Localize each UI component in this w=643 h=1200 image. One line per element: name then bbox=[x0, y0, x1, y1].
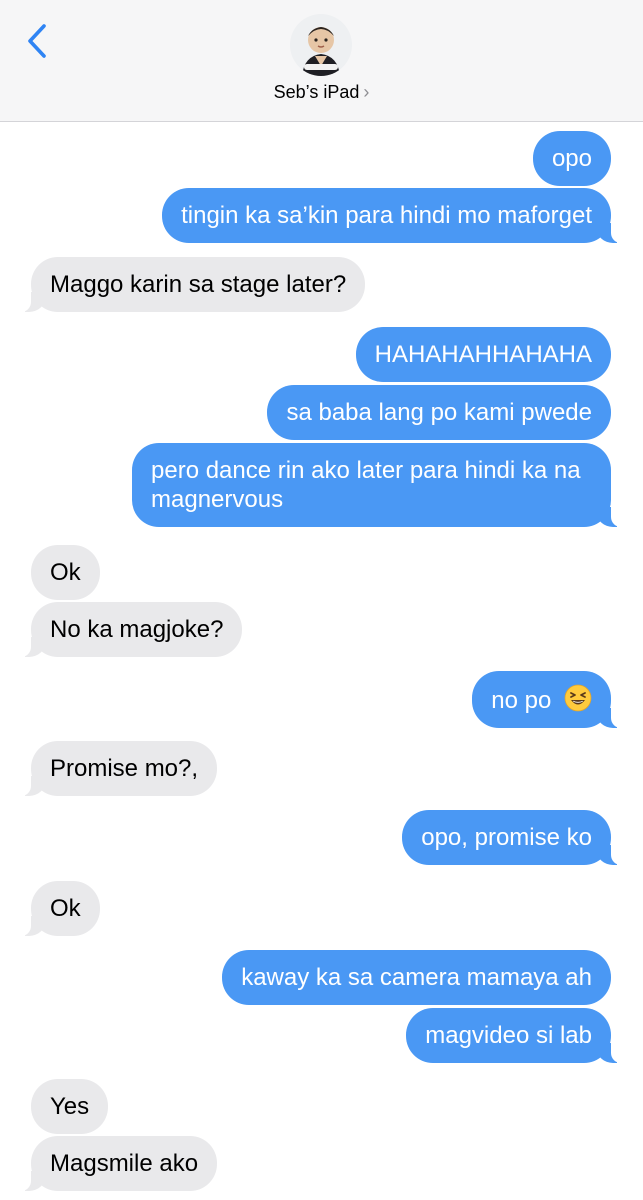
message-text: Yes bbox=[50, 1093, 90, 1120]
message-text: Promise mo?, bbox=[50, 755, 199, 782]
message-text: Maggo karin sa stage later? bbox=[50, 271, 347, 298]
chevron-right-icon: › bbox=[363, 82, 370, 102]
message-text: no po bbox=[491, 687, 552, 714]
message-text: magvideo si lab bbox=[425, 1022, 592, 1049]
message-text: kaway ka sa camera mamaya ah bbox=[241, 964, 592, 991]
message-text: opo bbox=[551, 145, 592, 172]
message-text: tingin ka sa’kin para hindi mo maforget bbox=[181, 202, 592, 229]
message-bubble-received[interactable]: Yes bbox=[31, 1079, 109, 1134]
message-text: Ok bbox=[50, 559, 81, 586]
message-bubble-sent[interactable]: HAHAHAHHAHAHA bbox=[355, 327, 611, 382]
message-bubble-received[interactable]: Maggo karin sa stage later? bbox=[18, 257, 366, 312]
contact-photo bbox=[290, 14, 352, 76]
message-bubble-received[interactable]: Magsmile ako bbox=[18, 1136, 218, 1191]
message-text: pero dance rin ako later para hindi ka n… bbox=[151, 457, 581, 513]
message-bubble-sent[interactable]: opo, promise ko bbox=[402, 810, 623, 865]
message-bubble-sent[interactable]: kaway ka sa camera mamaya ah bbox=[222, 950, 611, 1005]
message-bubble-sent[interactable]: pero dance rin ako later para hindi ka n… bbox=[132, 443, 623, 527]
message-text: Magsmile ako bbox=[50, 1150, 199, 1177]
conversation-header: Seb’s iPad › bbox=[0, 0, 643, 122]
message-bubble-received[interactable]: Ok bbox=[19, 881, 100, 936]
chevron-left-icon bbox=[28, 24, 46, 58]
grinning-squinting-face-icon bbox=[564, 684, 592, 712]
message-bubble-received[interactable]: Ok bbox=[31, 545, 100, 600]
message-text: Ok bbox=[50, 895, 81, 922]
message-bubble-sent[interactable]: sa baba lang po kami pwede bbox=[267, 385, 611, 440]
message-text: sa baba lang po kami pwede bbox=[286, 399, 592, 426]
back-button[interactable] bbox=[20, 22, 54, 60]
message-thread[interactable]: opo tingin ka sa’kin para hindi mo mafor… bbox=[0, 122, 643, 1200]
contact-name-button[interactable]: Seb’s iPad › bbox=[0, 82, 643, 103]
avatar[interactable] bbox=[290, 14, 352, 76]
message-text: opo, promise ko bbox=[421, 824, 592, 851]
message-text: No ka magjoke? bbox=[50, 616, 224, 643]
message-bubble-sent[interactable]: magvideo si lab bbox=[406, 1008, 623, 1063]
message-bubble-sent[interactable]: opo bbox=[532, 131, 611, 186]
message-bubble-sent[interactable]: no po bbox=[472, 671, 623, 728]
message-bubble-received[interactable]: No ka magjoke? bbox=[18, 602, 243, 657]
message-bubble-sent[interactable]: tingin ka sa’kin para hindi mo maforget bbox=[162, 188, 623, 243]
contact-name: Seb’s iPad bbox=[273, 82, 360, 102]
message-text: HAHAHAHHAHAHA bbox=[374, 341, 592, 368]
message-bubble-received[interactable]: Promise mo?, bbox=[18, 741, 218, 796]
